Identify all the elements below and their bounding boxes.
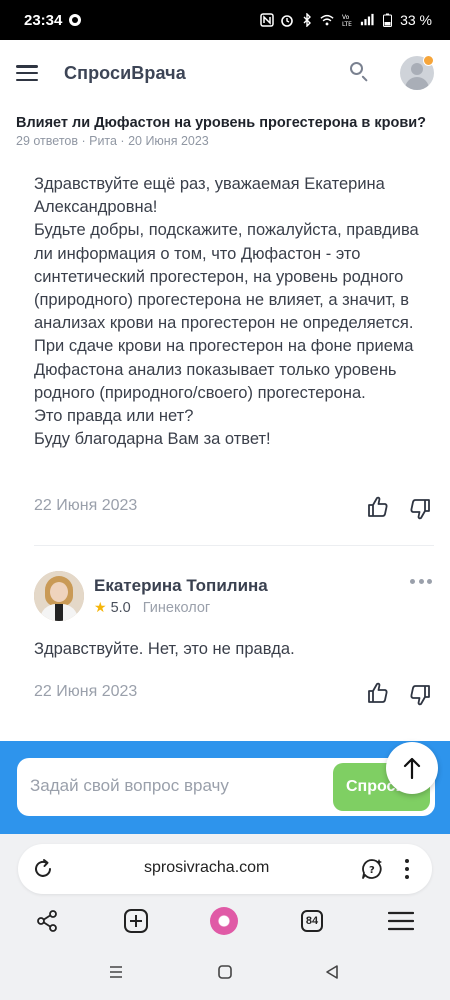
volte-icon: Vo LTE <box>340 13 354 27</box>
divider <box>34 545 434 546</box>
notification-dot <box>423 55 434 66</box>
ask-question-panel: Спроси <box>0 741 450 834</box>
home-icon[interactable] <box>213 960 237 984</box>
system-navigation-bar <box>0 960 450 990</box>
question-meta: 29 ответов · Рита · 20 Июня 2023 <box>16 134 209 148</box>
alarm-icon <box>280 13 294 27</box>
share-icon[interactable] <box>32 906 62 936</box>
answer-text: Здравствуйте. Нет, это не правда. <box>34 640 295 658</box>
doctor-name[interactable]: Екатерина Топилина <box>94 576 268 596</box>
arrow-up-icon <box>403 757 421 779</box>
chat-notification-icon <box>68 13 82 27</box>
search-icon[interactable] <box>347 60 373 86</box>
url-text[interactable]: sprosivracha.com <box>144 859 269 877</box>
app-header: СпросиВрача <box>0 40 450 106</box>
svg-text:LTE: LTE <box>342 21 352 27</box>
thumbs-down-icon[interactable] <box>408 683 432 707</box>
answer-date: 22 Июня 2023 <box>34 683 138 700</box>
message-date: 22 Июня 2023 <box>34 497 138 514</box>
status-bar: 23:34 Vo LTE 33 % <box>0 0 450 40</box>
doctor-avatar[interactable] <box>34 571 84 621</box>
signal-icon <box>360 13 374 27</box>
back-icon[interactable] <box>320 960 344 984</box>
ai-assistant-icon[interactable]: ? <box>360 857 384 881</box>
battery-percent: 33 % <box>400 12 432 28</box>
doctor-rating: 5.0 <box>110 599 131 616</box>
thumbs-up-icon[interactable] <box>366 681 390 705</box>
battery-icon <box>380 13 394 27</box>
star-icon: ★ <box>94 599 107 615</box>
ask-question-input[interactable] <box>30 776 330 796</box>
recent-apps-icon[interactable] <box>104 960 128 984</box>
svg-text:?: ? <box>369 865 375 876</box>
phone-screen: 23:34 Vo LTE 33 % СпросиВрача Влияет ли … <box>0 0 450 1000</box>
new-tab-icon[interactable] <box>121 906 151 936</box>
hamburger-menu-icon[interactable] <box>16 65 38 81</box>
followup-message-text: Здравствуйте ещё раз, уважаемая Екатерин… <box>34 175 419 449</box>
nfc-icon <box>260 13 274 27</box>
status-time: 23:34 <box>24 11 63 29</box>
scroll-to-top-button[interactable] <box>386 742 438 794</box>
more-options-icon[interactable] <box>410 579 432 587</box>
address-bar[interactable]: sprosivracha.com ? <box>18 844 432 894</box>
reload-icon[interactable] <box>32 858 54 880</box>
hamburger-menu-icon[interactable] <box>386 906 416 936</box>
doctor-specialty: Гинеколог <box>142 599 211 616</box>
svg-text:Vo: Vo <box>342 14 350 21</box>
question-title[interactable]: Влияет ли Дюфастон на уровень прогестеро… <box>16 114 441 132</box>
wifi-icon <box>320 13 334 27</box>
alice-assistant-icon[interactable] <box>209 906 239 936</box>
browser-menu-icon[interactable] <box>404 859 410 879</box>
ask-question-box: Спроси <box>17 758 435 816</box>
bluetooth-icon <box>300 13 314 27</box>
thumbs-down-icon[interactable] <box>408 497 432 521</box>
tabs-count: 84 <box>301 910 323 932</box>
doctor-rating-row: ★ 5.0 Гинеколог <box>94 599 210 616</box>
browser-toolbar: sprosivracha.com ? 84 <box>0 834 450 1000</box>
tabs-switcher[interactable]: 84 <box>297 906 327 936</box>
thumbs-up-icon[interactable] <box>366 495 390 519</box>
brand-logo[interactable]: СпросиВрача <box>64 63 186 84</box>
browser-nav-row: 84 <box>0 906 450 940</box>
